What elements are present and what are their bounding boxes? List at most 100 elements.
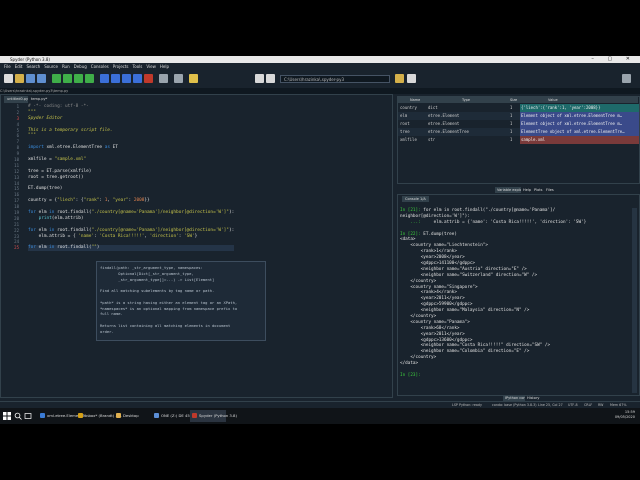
back-arrow-icon[interactable]	[255, 74, 264, 83]
code-area[interactable]: # -*- coding: utf-8 -*- """ Spyder Editor …	[28, 104, 235, 252]
taskbar-item[interactable]: Inbox* (Brandt) - ...	[76, 410, 122, 422]
menu-file[interactable]: File	[4, 64, 11, 69]
variable-size: 1	[510, 137, 513, 142]
console-output[interactable]: In [21]: for elm in root.findall("./coun…	[400, 208, 586, 379]
col-value[interactable]: Value	[548, 97, 558, 103]
tab-plots[interactable]: Plots	[532, 187, 545, 193]
console-line-token: </data>	[400, 361, 419, 367]
forward-arrow-icon[interactable]	[266, 74, 275, 83]
code-line-token: "./country[@name='Panama']/neighbor[@dir…	[91, 227, 229, 233]
taskbar-item[interactable]: ONE (Z:) DE 454 DO...	[152, 410, 203, 422]
code-line-token: elm	[35, 245, 50, 251]
code-line-token: : {	[75, 198, 84, 204]
line-number-gutter: 1 2 3 4 5 6 7 8 9 10 11 12 13 14 15 16 17 18 19 20 21 22 23 24 2…	[5, 104, 19, 251]
code-line-token: (elm.attrib)	[51, 215, 84, 221]
code-line-token: 'name'	[78, 233, 95, 239]
console-line-token: <gdppc>59900</gdppc>	[400, 302, 473, 308]
variable-row[interactable]: elm etree.Element 1 Element object of xml.e…	[398, 112, 639, 120]
save-icon[interactable]	[26, 74, 35, 83]
code-line-token: tree = ET.parse(xmlfile)	[28, 168, 92, 174]
console-line-token: <country name="Singapore">	[400, 284, 478, 290]
parent-folder-icon[interactable]	[407, 74, 416, 83]
run-icon[interactable]	[52, 74, 61, 83]
code-line-token: ET.dump(tree)	[28, 186, 63, 192]
menu-projects[interactable]: Projects	[113, 64, 129, 69]
variable-row[interactable]: xmlfile str 1 sample.xml	[398, 136, 639, 144]
col-name[interactable]: Name	[410, 97, 420, 103]
console-line-token: for elm in root.findall("./country[@name…	[423, 208, 556, 213]
code-line-token: "rank"	[83, 198, 100, 204]
console-line-token: <neighbor name="Colombia" direction="E" …	[400, 349, 530, 355]
tab-temp[interactable]: temp.py*	[28, 96, 51, 103]
start-icon[interactable]	[2, 410, 12, 422]
app-icon	[40, 413, 45, 418]
variable-row[interactable]: tree etree.ElementTree 1 ElementTree object…	[398, 128, 639, 136]
variable-row[interactable]: country dict 1 {'liech':{'rank':1, 'year':2…	[398, 104, 639, 112]
variable-value: sample.xml	[520, 136, 639, 144]
task-view-icon[interactable]	[24, 410, 32, 422]
working-directory-input[interactable]: C:\Users\hrazinka\.spyder-py3	[280, 75, 390, 83]
save-all-icon[interactable]	[37, 74, 46, 83]
variable-name: country	[400, 105, 417, 110]
taskbar-item[interactable]: Spyder (Python 3.8)	[190, 410, 237, 422]
console-line-token: <gdppc>13600</gdppc>	[400, 337, 473, 343]
console-line-token: <data>	[400, 237, 416, 243]
step-return-icon[interactable]	[133, 74, 142, 83]
system-clock[interactable]: 15:59 09/05/2020	[615, 410, 635, 420]
code-line-token: root.findall(	[54, 245, 92, 251]
python-path-icon[interactable]	[189, 74, 198, 83]
code-line-token: ):	[228, 210, 235, 216]
step-into-icon[interactable]	[122, 74, 131, 83]
window-controls[interactable]: – ▢ ✕	[591, 56, 636, 63]
menu-search[interactable]: Search	[26, 64, 40, 69]
console-line-token: <neighbor name="Austria" direction="E" /…	[400, 266, 527, 272]
variable-value: ElementTree object of xml.etree.ElementT…	[520, 128, 639, 136]
menu-consoles[interactable]: Consoles	[91, 64, 109, 69]
menu-run[interactable]: Run	[62, 64, 70, 69]
col-type[interactable]: Type	[462, 97, 470, 103]
code-line-token: xml.etree.ElementTree	[43, 145, 105, 151]
menu-debug[interactable]: Debug	[74, 64, 87, 69]
tab-console[interactable]: Console 1/A	[402, 196, 429, 202]
menu-bar: File Edit Search Source Run Debug Consoles Proj…	[0, 63, 640, 71]
console-line-token: In [21]:	[400, 208, 424, 213]
code-line-token: "sample.xml"	[54, 157, 87, 163]
stop-debug-icon[interactable]	[144, 74, 153, 83]
open-file-icon[interactable]	[15, 74, 24, 83]
code-line-token	[28, 216, 39, 221]
code-line-token: for	[28, 210, 36, 216]
search-icon[interactable]	[14, 410, 22, 422]
taskbar-item-label: Spyder (Python 3.8)	[199, 413, 237, 418]
menu-source[interactable]: Source	[44, 64, 58, 69]
run-cell-advance-icon[interactable]	[74, 74, 83, 83]
taskbar-item[interactable]: Desktop	[114, 410, 150, 422]
editor-scrollbar[interactable]	[386, 104, 391, 394]
code-line: for elm in root.findall("")	[28, 245, 235, 252]
code-line-token: print	[38, 215, 52, 221]
run-cell-icon[interactable]	[63, 74, 72, 83]
col-size[interactable]: Size	[510, 97, 517, 103]
app-icon	[154, 413, 159, 418]
menu-help[interactable]: Help	[160, 64, 169, 69]
taskbar-item[interactable]: xml.etree.ElementTr...	[38, 410, 89, 422]
code-line-token: "year"	[112, 198, 129, 204]
app-icon	[192, 413, 197, 418]
preferences-icon[interactable]	[174, 74, 183, 83]
code-line-token: elm	[35, 210, 50, 216]
console-scrollbar[interactable]	[632, 208, 637, 393]
debug-icon[interactable]	[100, 74, 109, 83]
menu-tools[interactable]: Tools	[133, 64, 143, 69]
browse-folder-icon[interactable]	[395, 74, 404, 83]
variable-value: {'liech':{'rank':1, 'year':2008}}	[520, 104, 639, 112]
code-line-token: for	[28, 227, 36, 233]
options-icon[interactable]	[622, 74, 631, 83]
new-file-icon[interactable]	[4, 74, 13, 83]
menu-edit[interactable]: Edit	[15, 64, 23, 69]
tab-files[interactable]: Files	[544, 187, 556, 193]
run-selection-icon[interactable]	[85, 74, 94, 83]
step-icon[interactable]	[111, 74, 120, 83]
maximize-pane-icon[interactable]	[159, 74, 168, 83]
menu-view[interactable]: View	[146, 64, 156, 69]
variable-row[interactable]: root etree.Element 1 Element object of xml.…	[398, 120, 639, 128]
calltip-popup: findall(path: _str_argument_type, namesp…	[96, 261, 266, 341]
